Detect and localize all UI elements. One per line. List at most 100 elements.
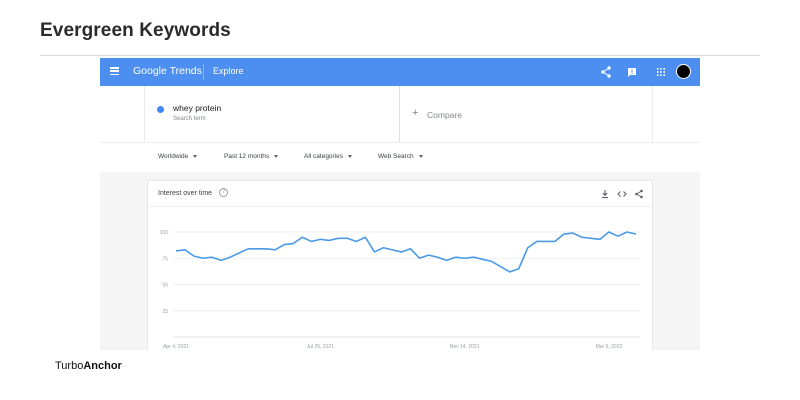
chart-gridlines [173, 231, 640, 338]
data-point[interactable] [391, 248, 394, 251]
compare-button[interactable]: Compare [427, 110, 462, 120]
period-label: Past 12 months [224, 153, 270, 160]
embed-icon[interactable] [617, 189, 627, 199]
region-dropdown[interactable]: Worldwide [158, 153, 198, 160]
data-point[interactable] [283, 243, 286, 246]
explore-link[interactable]: Explore [213, 66, 244, 76]
turboanchor-logo: TurboAnchor [55, 360, 122, 372]
data-point[interactable] [337, 237, 340, 240]
interest-chart: 100 75 50 25 Apr 4, 2021 Jul 25, 2021 Nov 14,… [160, 230, 640, 350]
x-tick-label: Nov 14, 2021 [450, 344, 480, 350]
data-point[interactable] [608, 231, 611, 234]
data-point[interactable] [499, 265, 502, 268]
data-point[interactable] [373, 251, 376, 254]
search-term-row: whey protein Search term + Compare [100, 86, 700, 142]
data-point[interactable] [229, 256, 232, 259]
data-point[interactable] [193, 255, 196, 258]
x-tick-label: Mar 6, 2022 [596, 344, 623, 350]
data-point[interactable] [553, 240, 556, 243]
data-point[interactable] [346, 237, 349, 240]
chart-x-ticks: Apr 4, 2021 Jul 25, 2021 Nov 14, 2021 Mar 6… [163, 344, 622, 350]
chart-points [175, 231, 638, 274]
y-tick-label: 50 [162, 283, 168, 289]
data-point[interactable] [382, 246, 385, 249]
data-point[interactable] [599, 238, 602, 241]
filter-bar: Worldwide Past 12 months All categories … [100, 142, 700, 172]
data-point[interactable] [364, 236, 367, 239]
logo-part-turbo: Turbo [55, 360, 84, 372]
y-tick-label: 75 [162, 256, 168, 262]
menu-icon[interactable] [110, 67, 119, 76]
data-point[interactable] [292, 242, 295, 245]
data-point[interactable] [319, 238, 322, 241]
series-line-whey-protein [175, 231, 637, 273]
data-point[interactable] [617, 235, 620, 238]
logo-part-anchor: Anchor [83, 360, 122, 372]
y-tick-label: 100 [160, 230, 169, 236]
data-point[interactable] [301, 236, 304, 239]
data-point[interactable] [256, 247, 259, 250]
data-point[interactable] [175, 250, 178, 253]
data-point[interactable] [247, 247, 250, 250]
data-point[interactable] [328, 239, 331, 242]
data-point[interactable] [544, 240, 547, 243]
data-point[interactable] [409, 247, 412, 250]
search-term-name[interactable]: whey protein [173, 103, 221, 113]
data-point[interactable] [220, 259, 223, 262]
data-point[interactable] [445, 259, 448, 262]
share-icon[interactable] [634, 189, 644, 199]
data-point[interactable] [418, 257, 421, 260]
data-point[interactable] [590, 237, 593, 240]
data-point[interactable] [355, 240, 358, 243]
data-point[interactable] [481, 258, 484, 261]
account-avatar[interactable] [676, 64, 691, 79]
download-icon[interactable] [600, 189, 610, 199]
data-point[interactable] [490, 260, 493, 263]
apps-icon[interactable] [654, 65, 668, 79]
data-point[interactable] [571, 232, 574, 235]
x-tick-label: Jul 25, 2021 [307, 344, 334, 350]
category-label: All categories [304, 153, 344, 160]
data-point[interactable] [238, 252, 241, 255]
google-trends-screenshot: Google Trends Explore whey protein Searc… [100, 58, 700, 350]
data-point[interactable] [265, 247, 268, 250]
y-tick-label: 25 [162, 309, 168, 315]
data-point[interactable] [274, 248, 277, 251]
period-dropdown[interactable]: Past 12 months [224, 153, 279, 160]
data-point[interactable] [626, 231, 629, 234]
search-type-dropdown[interactable]: Web Search [378, 153, 423, 160]
data-point[interactable] [211, 256, 214, 259]
data-point[interactable] [472, 256, 475, 259]
add-icon[interactable]: + [412, 107, 418, 119]
share-icon[interactable] [599, 65, 613, 79]
data-point[interactable] [427, 254, 430, 257]
brand-google: Google [133, 65, 167, 77]
region-label: Worldwide [158, 153, 189, 160]
data-point[interactable] [508, 271, 511, 274]
data-point[interactable] [526, 246, 529, 249]
data-point[interactable] [635, 233, 638, 236]
google-trends-logo[interactable]: Google Trends [133, 65, 202, 77]
help-icon[interactable]: ? [219, 188, 228, 197]
data-point[interactable] [562, 233, 565, 236]
feedback-icon[interactable] [625, 65, 639, 79]
chevron-down-icon [274, 154, 279, 158]
search-term-subtitle: Search term [173, 116, 206, 122]
data-point[interactable] [310, 240, 313, 243]
data-point[interactable] [517, 267, 520, 270]
data-point[interactable] [454, 256, 457, 259]
x-tick-label: Apr 4, 2021 [163, 344, 189, 350]
data-point[interactable] [463, 257, 466, 260]
term-color-dot [157, 106, 164, 113]
card-title: Interest over time [158, 190, 213, 197]
data-point[interactable] [400, 251, 403, 254]
data-point[interactable] [436, 256, 439, 259]
data-point[interactable] [535, 240, 538, 243]
data-point[interactable] [580, 236, 583, 239]
data-point[interactable] [202, 257, 205, 260]
category-dropdown[interactable]: All categories [304, 153, 353, 160]
data-point[interactable] [184, 248, 187, 251]
chevron-down-icon [418, 154, 423, 158]
page-title: Evergreen Keywords [40, 20, 231, 41]
app-bar: Google Trends Explore [100, 58, 700, 86]
